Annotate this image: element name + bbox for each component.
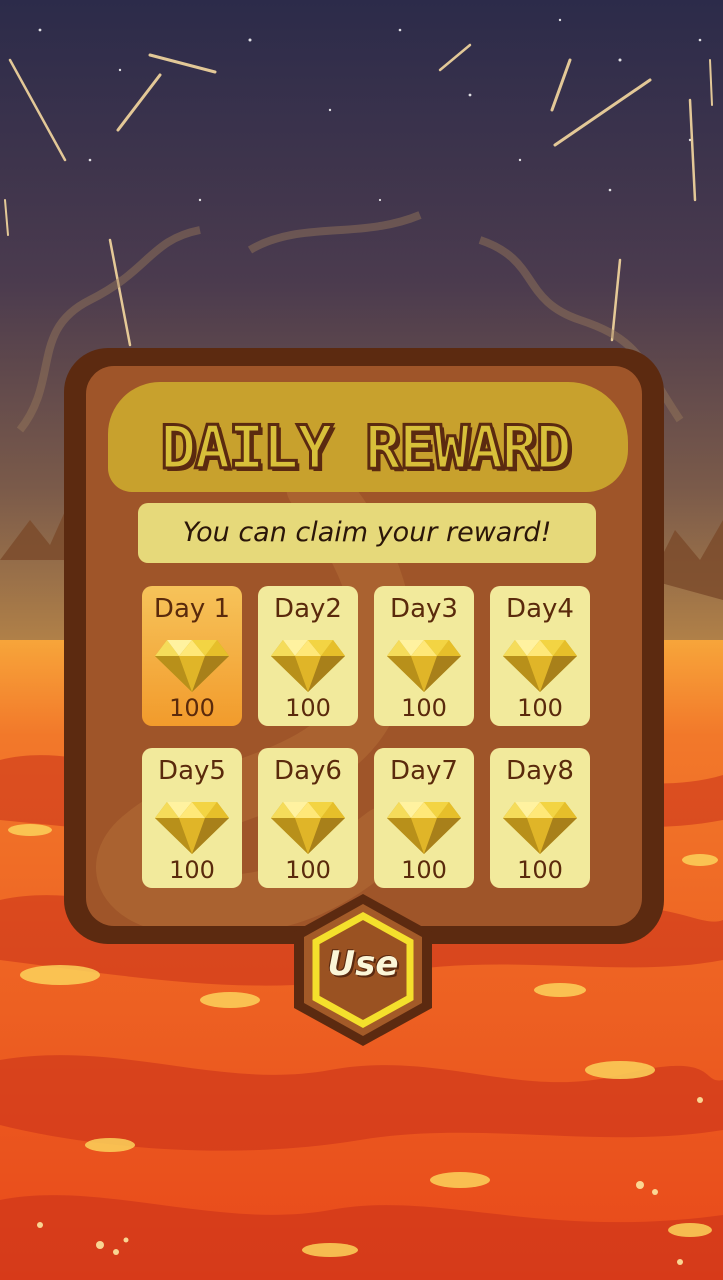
diamond-icon bbox=[155, 798, 229, 854]
day-label: Day8 bbox=[506, 756, 574, 786]
subtitle-box: You can claim your reward! bbox=[138, 503, 596, 563]
day-label: Day2 bbox=[274, 594, 342, 624]
diamond-icon bbox=[271, 798, 345, 854]
day-card-7[interactable]: Day7 100 bbox=[374, 748, 474, 888]
day-label: Day4 bbox=[506, 594, 574, 624]
diamond-icon bbox=[155, 636, 229, 692]
day-label: Day 1 bbox=[153, 594, 231, 624]
day-label: Day5 bbox=[158, 756, 226, 786]
day-card-4[interactable]: Day4 100 bbox=[490, 586, 590, 726]
reward-amount: 100 bbox=[517, 694, 563, 722]
day-card-6[interactable]: Day6 100 bbox=[258, 748, 358, 888]
reward-amount: 100 bbox=[169, 856, 215, 884]
reward-amount: 100 bbox=[169, 694, 215, 722]
diamond-icon bbox=[387, 798, 461, 854]
reward-amount: 100 bbox=[285, 694, 331, 722]
reward-amount: 100 bbox=[401, 856, 447, 884]
reward-amount: 100 bbox=[517, 856, 563, 884]
use-button[interactable]: Use bbox=[290, 892, 436, 1048]
diamond-icon bbox=[503, 636, 577, 692]
diamond-icon bbox=[503, 798, 577, 854]
day-card-2[interactable]: Day2 100 bbox=[258, 586, 358, 726]
day-card-1[interactable]: Day 1 100 bbox=[142, 586, 242, 726]
day-card-3[interactable]: Day3 100 bbox=[374, 586, 474, 726]
day-card-5[interactable]: Day5 100 bbox=[142, 748, 242, 888]
diamond-icon bbox=[387, 636, 461, 692]
day-label: Day7 bbox=[390, 756, 458, 786]
day-card-8[interactable]: Day8 100 bbox=[490, 748, 590, 888]
reward-amount: 100 bbox=[285, 856, 331, 884]
use-button-label: Use bbox=[327, 944, 399, 984]
day-label: Day6 bbox=[274, 756, 342, 786]
diamond-icon bbox=[271, 636, 345, 692]
reward-amount: 100 bbox=[401, 694, 447, 722]
subtitle-text: You can claim your reward! bbox=[182, 517, 552, 548]
page-title: DAILY REWARD bbox=[159, 412, 573, 485]
day-label: Day3 bbox=[390, 594, 458, 624]
